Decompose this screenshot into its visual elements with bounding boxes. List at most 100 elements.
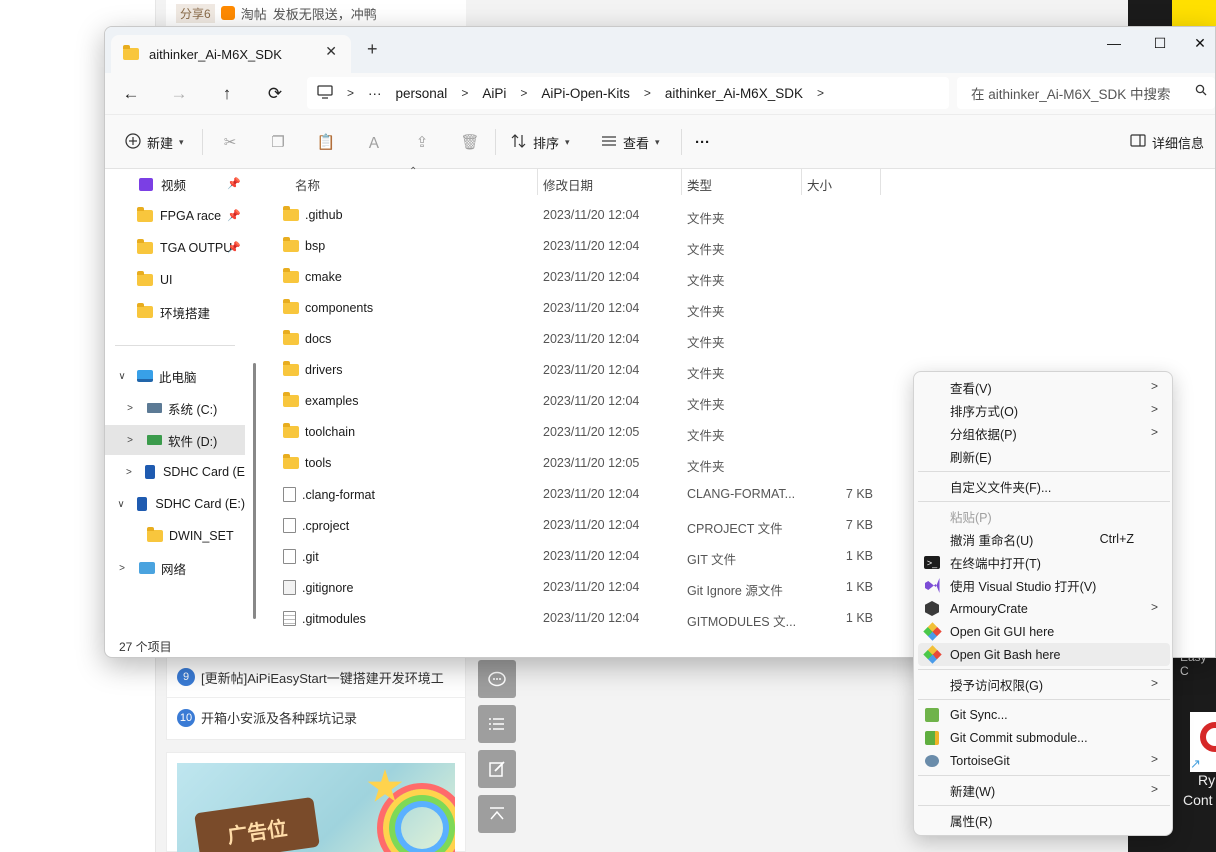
menu-item-git-sync[interactable]: Git Sync... <box>918 703 1170 726</box>
menu-item-w[interactable]: 新建(W) > <box>918 779 1170 802</box>
forward-button[interactable]: → <box>165 81 193 107</box>
minimize-button[interactable]: — <box>1091 31 1137 55</box>
cut-icon[interactable]: ✂ <box>217 129 243 155</box>
menu-item-p[interactable]: 粘贴(P) <box>918 505 1170 528</box>
sidebar-item-fpga-race[interactable]: FPGA race 📌 <box>105 201 245 231</box>
breadcrumb-item[interactable]: aithinker_Ai-M6X_SDK <box>665 86 803 101</box>
paste-icon[interactable]: 📋 <box>313 129 339 155</box>
table-row[interactable]: drivers 2023/11/20 12:04 文件夹 <box>277 355 877 386</box>
list-icon[interactable] <box>478 705 516 743</box>
search-input[interactable]: 在 aithinker_Ai-M6X_SDK 中搜索 <box>957 77 1215 109</box>
table-row[interactable]: tools 2023/11/20 12:05 文件夹 <box>277 448 877 479</box>
file-name-cell[interactable]: .git <box>283 549 319 564</box>
sidebar-item-env-setup[interactable]: 环境搭建 <box>105 297 245 327</box>
ad-card[interactable]: 广告位 <box>166 752 466 852</box>
sidebar-item-videos[interactable]: 视频 📌 <box>105 169 245 199</box>
sidebar-item-sdhc-card[interactable]: > SDHC Card (E <box>105 457 245 487</box>
table-row[interactable]: .clang-format 2023/11/20 12:04 CLANG-FORMA… <box>277 479 877 510</box>
file-name-cell[interactable]: .gitignore <box>283 580 353 595</box>
share-icon[interactable]: ⇪ <box>409 129 435 155</box>
menu-item-git-commit-submodule[interactable]: Git Commit submodule... <box>918 726 1170 749</box>
sort-button[interactable]: 排序 ▾ <box>511 127 570 157</box>
column-header-name[interactable]: 名称 <box>295 175 320 194</box>
menu-item-open-git-gui-here[interactable]: Open Git GUI here <box>918 620 1170 643</box>
computer-icon[interactable] <box>317 84 333 102</box>
sidebar-item-drive-c[interactable]: > 系统 (C:) <box>105 393 245 423</box>
column-header-modified[interactable]: 修改日期 <box>543 175 593 194</box>
sidebar-item-sdhc-card-e[interactable]: ∨ SDHC Card (E:) <box>105 489 245 519</box>
file-name-cell[interactable]: examples <box>283 392 359 408</box>
new-button[interactable]: 新建 ▾ <box>125 127 184 157</box>
breadcrumb-item[interactable]: personal <box>396 86 448 101</box>
menu-item-g[interactable]: 授予访问权限(G) > <box>918 673 1170 696</box>
table-row[interactable]: bsp 2023/11/20 12:04 文件夹 <box>277 231 877 262</box>
rename-icon[interactable]: Ａ <box>361 129 387 155</box>
sidebar-item-drive-d[interactable]: > 软件 (D:) <box>105 425 245 455</box>
table-row[interactable]: .cproject 2023/11/20 12:04 CPROJECT 文件 7 KB <box>277 510 877 541</box>
breadcrumb-overflow[interactable]: ··· <box>368 86 382 101</box>
menu-item-r[interactable]: 属性(R) <box>918 809 1170 832</box>
taobao-link[interactable]: 淘帖 <box>241 4 267 23</box>
file-name-cell[interactable]: toolchain <box>283 423 355 439</box>
table-row[interactable]: docs 2023/11/20 12:04 文件夹 <box>277 324 877 355</box>
menu-item-visual-studio-v[interactable]: 使用 Visual Studio 打开(V) <box>918 574 1170 597</box>
copy-icon[interactable]: ❐ <box>265 129 291 155</box>
menu-item-u[interactable]: 撤消 重命名(U) Ctrl+Z <box>918 528 1170 551</box>
list-item-title[interactable]: 开箱小安派及各种踩坑记录 <box>201 708 357 727</box>
file-name-cell[interactable]: tools <box>283 454 331 470</box>
menu-item-f[interactable]: 自定义文件夹(F)... <box>918 475 1170 498</box>
column-header-type[interactable]: 类型 <box>687 175 712 194</box>
sidebar-scrollbar[interactable] <box>253 363 256 619</box>
table-row[interactable]: toolchain 2023/11/20 12:05 文件夹 <box>277 417 877 448</box>
breadcrumb-item[interactable]: AiPi <box>482 86 506 101</box>
chevron-right-icon[interactable]: > <box>461 86 468 100</box>
ad-image[interactable]: 广告位 <box>177 763 455 852</box>
menu-item-t[interactable]: >_ 在终端中打开(T) <box>918 551 1170 574</box>
chevron-right-icon[interactable]: > <box>123 467 135 478</box>
file-name-cell[interactable]: .github <box>283 206 343 222</box>
file-name-cell[interactable]: .gitmodules <box>283 611 366 626</box>
menu-item-tortoisegit[interactable]: TortoiseGit > <box>918 749 1170 772</box>
tab-current-folder[interactable]: aithinker_Ai-M6X_SDK ✕ <box>111 35 351 73</box>
file-name-cell[interactable]: .clang-format <box>283 487 375 502</box>
menu-item-p[interactable]: 分组依据(P) > <box>918 422 1170 445</box>
file-name-cell[interactable]: drivers <box>283 361 343 377</box>
share-badge[interactable]: 分享6 <box>176 3 215 23</box>
table-row[interactable]: examples 2023/11/20 12:04 文件夹 <box>277 386 877 417</box>
table-row[interactable]: .gitmodules 2023/11/20 12:04 GITMODULES 文.… <box>277 603 877 634</box>
column-divider[interactable] <box>801 169 802 195</box>
chevron-right-icon[interactable]: > <box>123 403 137 414</box>
title-bar[interactable]: aithinker_Ai-M6X_SDK ✕ + — ☐ ✕ <box>105 27 1215 73</box>
menu-item-v[interactable]: 查看(V) > <box>918 376 1170 399</box>
file-name-cell[interactable]: cmake <box>283 268 342 284</box>
chevron-right-icon[interactable]: > <box>644 86 651 100</box>
table-row[interactable]: .git 2023/11/20 12:04 GIT 文件 1 KB <box>277 541 877 572</box>
delete-icon[interactable]: 🗑 <box>457 129 483 155</box>
menu-item-e[interactable]: 刷新(E) <box>918 445 1170 468</box>
table-row[interactable]: .gitignore 2023/11/20 12:04 Git Ignore 源文件… <box>277 572 877 603</box>
up-button[interactable]: ↑ <box>213 81 241 107</box>
column-divider[interactable] <box>880 169 881 195</box>
comment-icon[interactable] <box>478 660 516 698</box>
column-header-size[interactable]: 大小 <box>807 175 832 194</box>
column-divider[interactable] <box>681 169 682 195</box>
search-icon[interactable] <box>1195 84 1207 99</box>
edit-icon[interactable] <box>478 750 516 788</box>
chevron-down-icon[interactable]: ∨ <box>115 371 129 382</box>
refresh-button[interactable]: ⟳ <box>261 81 289 107</box>
table-row[interactable]: .github 2023/11/20 12:04 文件夹 <box>277 200 877 231</box>
chevron-right-icon[interactable]: > <box>817 86 824 100</box>
back-to-top-icon[interactable] <box>478 795 516 833</box>
menu-item-armourycrate[interactable]: ArmouryCrate > <box>918 597 1170 620</box>
sidebar-item-tga-output[interactable]: TGA OUTPU 📌 <box>105 233 245 263</box>
list-item[interactable]: 9 [更新帖]AiPiEasyStart一键搭建开发环境工 <box>167 657 465 697</box>
sidebar-item-network[interactable]: > 网络 <box>105 553 245 583</box>
back-button[interactable]: ← <box>117 81 145 107</box>
table-row[interactable]: components 2023/11/20 12:04 文件夹 <box>277 293 877 324</box>
sidebar-item-ui[interactable]: UI <box>105 265 245 295</box>
close-tab-icon[interactable]: ✕ <box>325 43 337 60</box>
file-name-cell[interactable]: components <box>283 299 373 315</box>
chevron-right-icon[interactable]: > <box>115 563 129 574</box>
see-more-button[interactable]: ··· <box>695 127 710 157</box>
file-name-cell[interactable]: docs <box>283 330 331 346</box>
